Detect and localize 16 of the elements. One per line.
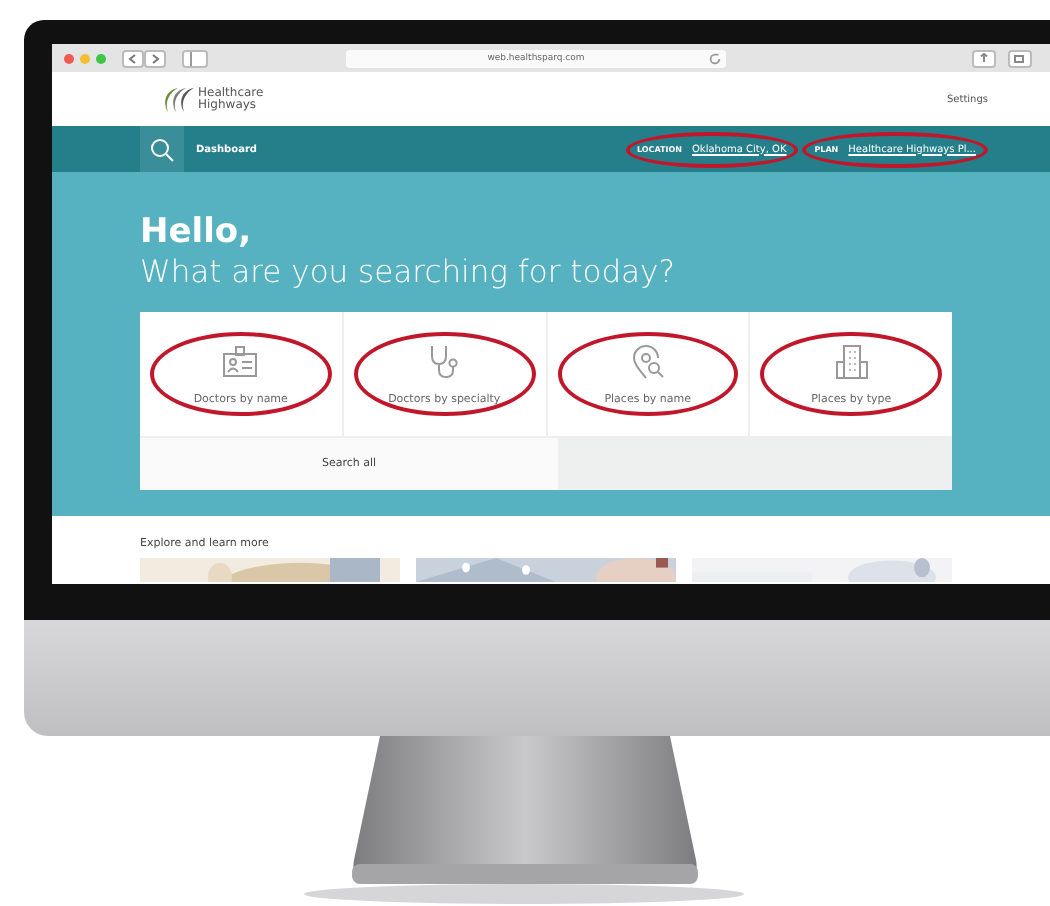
back-forward-icon[interactable] [122, 49, 166, 67]
stethoscope-icon [426, 343, 463, 379]
close-icon[interactable] [64, 53, 74, 63]
sidebar-icon[interactable] [182, 49, 208, 67]
id-badge-icon [222, 343, 259, 379]
logo-icon [160, 85, 196, 113]
reload-icon[interactable] [708, 51, 722, 65]
search-icon [150, 137, 174, 161]
greeting: Hello, [140, 212, 254, 252]
share-icon[interactable] [972, 49, 996, 67]
map-pin-search-icon [629, 343, 666, 379]
building-icon [833, 343, 870, 379]
tabs-icon[interactable] [1008, 49, 1032, 67]
maximize-icon[interactable] [96, 53, 106, 63]
search-button[interactable] [140, 126, 184, 172]
hero-question: What are you searching for today? [140, 252, 677, 292]
